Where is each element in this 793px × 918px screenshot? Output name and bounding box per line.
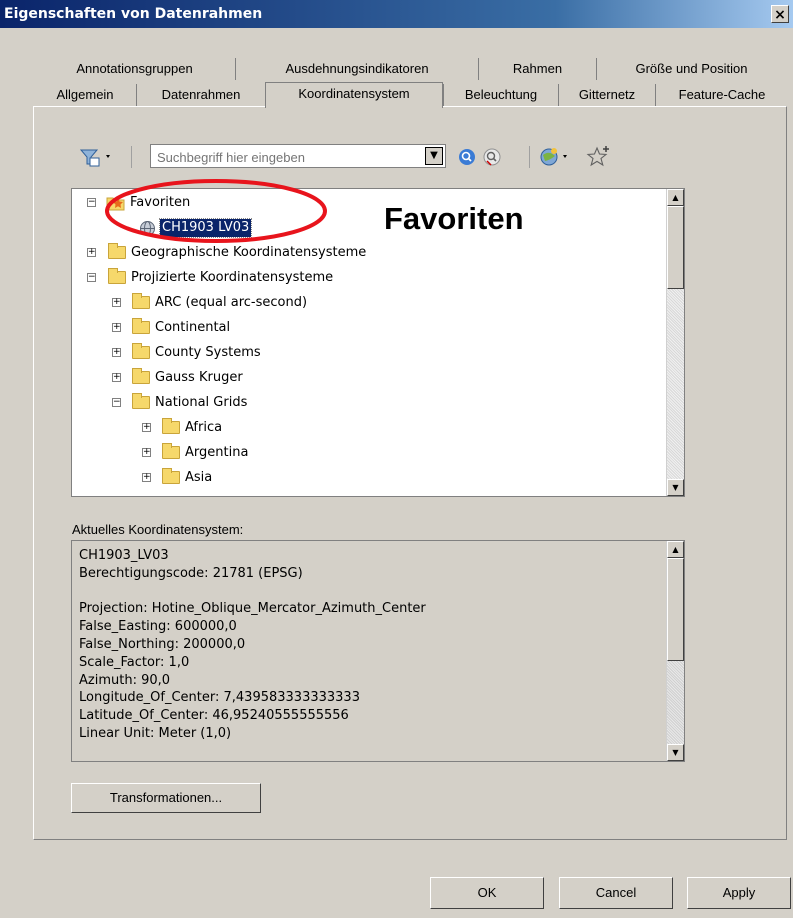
details-line: False_Northing: 200000,0 — [79, 636, 246, 652]
scroll-up-icon[interactable]: ▲ — [667, 541, 684, 558]
expand-icon[interactable]: + — [112, 323, 121, 332]
scroll-thumb[interactable] — [667, 206, 684, 289]
scroll-down-icon[interactable]: ▼ — [667, 744, 684, 761]
tree-label: County Systems — [155, 345, 261, 360]
tree-node-geographic[interactable]: + Geographische Koordinatensysteme — [72, 242, 662, 264]
current-cs-label: Aktuelles Koordinatensystem: — [72, 522, 244, 537]
collapse-icon[interactable]: − — [112, 398, 121, 407]
folder-icon — [132, 368, 150, 384]
tree-node-national-grids[interactable]: − National Grids — [72, 392, 662, 414]
ok-button[interactable]: OK — [430, 877, 544, 909]
toolbar-separator — [529, 146, 530, 168]
details-scrollbar[interactable]: ▲ ▼ — [666, 541, 684, 761]
folder-icon — [108, 243, 126, 259]
folder-icon — [132, 293, 150, 309]
tab-datenrahmen[interactable]: Datenrahmen — [136, 84, 265, 106]
scroll-thumb[interactable] — [667, 558, 684, 661]
tree-label: Gauss Kruger — [155, 370, 243, 385]
details-line: Berechtigungscode: 21781 (EPSG) — [79, 565, 303, 581]
tree-label: National Grids — [155, 395, 248, 410]
clear-search-icon[interactable] — [482, 147, 502, 167]
tree-label: Projizierte Koordinatensysteme — [131, 270, 334, 285]
tab-koordinatensystem[interactable]: Koordinatensystem — [265, 82, 443, 108]
globe-add-icon[interactable] — [538, 146, 580, 168]
details-line: False_Easting: 600000,0 — [79, 619, 237, 635]
folder-icon — [162, 443, 180, 459]
tree-node-africa[interactable]: + Africa — [72, 417, 662, 439]
title-bar: Eigenschaften von Datenrahmen × — [0, 0, 793, 28]
search-icon[interactable] — [457, 147, 477, 167]
tree-label: Argentina — [185, 445, 249, 460]
tab-gitternetz[interactable]: Gitternetz — [558, 84, 655, 106]
tree-label: Asia — [185, 470, 213, 485]
favorite-star-icon[interactable] — [586, 144, 612, 168]
expand-icon[interactable]: + — [142, 448, 151, 457]
expand-icon[interactable]: + — [142, 423, 151, 432]
expand-icon[interactable]: + — [112, 348, 121, 357]
button-label: OK — [477, 885, 497, 900]
expand-icon[interactable]: + — [112, 298, 121, 307]
tree-scrollbar[interactable]: ▲ ▼ — [666, 189, 684, 496]
folder-open-icon — [132, 393, 150, 409]
details-line — [79, 583, 426, 601]
details-line: Azimuth: 90,0 — [79, 672, 171, 688]
tab-rahmen[interactable]: Rahmen — [478, 58, 596, 80]
folder-icon — [162, 418, 180, 434]
collapse-icon[interactable]: − — [87, 198, 96, 207]
folder-icon — [132, 343, 150, 359]
details-line: Longitude_Of_Center: 7,439583333333333 — [79, 690, 360, 706]
chevron-down-icon[interactable]: ▼ — [425, 147, 443, 165]
button-label: Cancel — [595, 885, 637, 900]
details-line: Scale_Factor: 1,0 — [79, 654, 190, 670]
filter-icon[interactable] — [78, 146, 114, 168]
window-title: Eigenschaften von Datenrahmen — [4, 6, 263, 22]
tree-label: ARC (equal arc-second) — [155, 295, 308, 310]
tab-allgemein[interactable]: Allgemein — [34, 84, 136, 106]
expand-icon[interactable]: + — [87, 248, 96, 257]
details-line: Projection: Hotine_Oblique_Mercator_Azim… — [79, 601, 426, 617]
expand-icon[interactable]: + — [142, 473, 151, 482]
scroll-up-icon[interactable]: ▲ — [667, 189, 684, 206]
details-line: Latitude_Of_Center: 46,95240555555556 — [79, 708, 349, 724]
tab-annotationsgruppen[interactable]: Annotationsgruppen — [34, 58, 235, 80]
tab-row-1: Annotationsgruppen Ausdehnungsindikatore… — [34, 58, 788, 80]
button-label: Transformationen... — [109, 790, 223, 805]
tree-node-county-systems[interactable]: + County Systems — [72, 342, 662, 364]
tab-beleuchtung[interactable]: Beleuchtung — [443, 84, 558, 106]
search-combobox[interactable]: ▼ — [150, 144, 446, 168]
close-button[interactable]: × — [771, 5, 789, 23]
details-line: CH1903_LV03 — [79, 548, 169, 563]
tab-groesse-position[interactable]: Größe und Position — [596, 58, 786, 80]
folder-open-icon — [108, 268, 126, 284]
current-cs-details: CH1903_LV03 Berechtigungscode: 21781 (EP… — [71, 540, 685, 762]
tree-label: Continental — [155, 320, 231, 335]
dialog-window: Eigenschaften von Datenrahmen × Annotati… — [0, 0, 793, 918]
tab-feature-cache[interactable]: Feature-Cache — [655, 84, 788, 106]
tree-node-asia[interactable]: + Asia — [72, 467, 662, 489]
apply-button[interactable]: Apply — [687, 877, 791, 909]
tab-ausdehnungsindikatoren[interactable]: Ausdehnungsindikatoren — [235, 58, 478, 80]
toolbar-separator — [131, 146, 132, 168]
annotation-circle — [104, 178, 328, 244]
details-text: CH1903_LV03 Berechtigungscode: 21781 (EP… — [79, 547, 426, 743]
details-line: Linear Unit: Meter (1,0) — [79, 725, 232, 741]
search-input[interactable] — [155, 147, 421, 167]
tree-label: Geographische Koordinatensysteme — [131, 245, 367, 260]
tree-node-arc[interactable]: + ARC (equal arc-second) — [72, 292, 662, 314]
folder-icon — [132, 318, 150, 334]
annotation-label: Favoriten — [384, 201, 524, 236]
collapse-icon[interactable]: − — [87, 273, 96, 282]
tree-label: Africa — [185, 420, 223, 435]
transformations-button[interactable]: Transformationen... — [71, 783, 261, 813]
tree-node-argentina[interactable]: + Argentina — [72, 442, 662, 464]
scroll-down-icon[interactable]: ▼ — [667, 479, 684, 496]
tree-node-projected[interactable]: − Projizierte Koordinatensysteme — [72, 267, 662, 289]
expand-icon[interactable]: + — [112, 373, 121, 382]
button-label: Apply — [722, 885, 756, 900]
folder-icon — [162, 468, 180, 484]
tree-node-gauss-kruger[interactable]: + Gauss Kruger — [72, 367, 662, 389]
tree-node-continental[interactable]: + Continental — [72, 317, 662, 339]
tab-row-2: Allgemein Datenrahmen Koordinatensystem … — [34, 82, 788, 108]
cancel-button[interactable]: Cancel — [559, 877, 673, 909]
